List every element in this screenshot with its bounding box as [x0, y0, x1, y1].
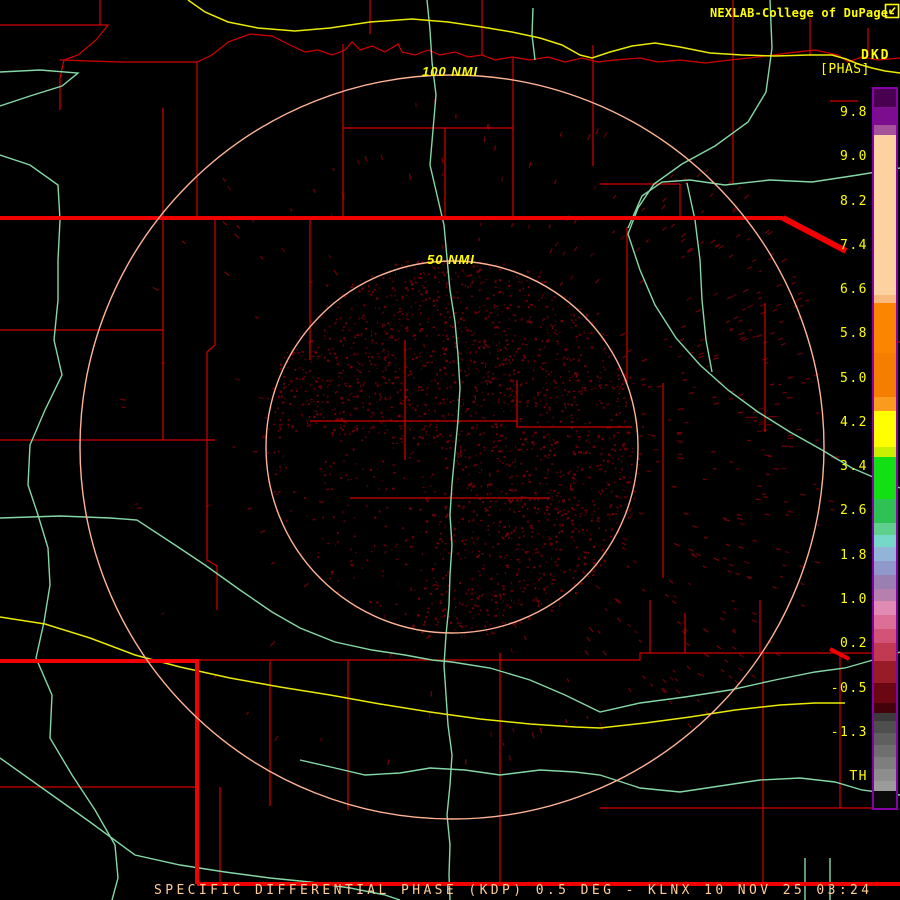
- colorbar-tick-label: 7.4: [840, 237, 868, 253]
- colorbar-tick-label: TH: [849, 769, 868, 785]
- colorbar-tick-label: 8.2: [840, 193, 868, 209]
- phase-units-label: [PHAS]: [820, 62, 870, 77]
- colorbar-segment: [874, 791, 896, 808]
- colorbar-segment: [874, 661, 896, 683]
- colorbar-segment: [874, 589, 896, 601]
- colorbar-segment: [874, 561, 896, 575]
- colorbar-segments: [874, 89, 896, 808]
- colorbar-tick-label: 4.2: [840, 414, 868, 430]
- colorbar-segment: [874, 757, 896, 769]
- box-arrow-icon: [884, 3, 900, 23]
- colorbar-segment: [874, 615, 896, 629]
- colorbar-segment: [874, 447, 896, 457]
- colorbar-segment: [874, 353, 896, 397]
- colorbar-segment: [874, 721, 896, 733]
- colorbar-segment: [874, 713, 896, 721]
- colorbar-segment: [874, 547, 896, 561]
- colorbar-segment: [874, 457, 896, 499]
- colorbar-tick-label: 6.6: [840, 282, 868, 298]
- colorbar-segment: [874, 303, 896, 353]
- colorbar-tick-label: 5.8: [840, 326, 868, 342]
- product-code-label: DKD: [861, 48, 891, 63]
- colorbar-segment: [874, 703, 896, 713]
- river-lines: [0, 0, 900, 900]
- colorbar-tick-label: 0.2: [840, 636, 868, 652]
- colorbar-segment: [874, 601, 896, 615]
- colorbar-segment: [874, 535, 896, 547]
- colorbar-segment: [874, 397, 896, 411]
- product-status-text: SPECIFIC DIFFERENTIAL PHASE (KDP) 0.5 DE…: [154, 883, 873, 898]
- colorbar-segment: [874, 629, 896, 643]
- brand-title: NEXLAB-College of DuPage: [710, 6, 889, 20]
- colorbar-tick-label: 9.8: [840, 105, 868, 120]
- colorbar-tick-label: -0.5: [830, 680, 868, 696]
- colorbar-segment: [874, 107, 896, 125]
- colorbar-tick-label: 2.6: [840, 503, 868, 519]
- range-ring-50nmi-label: 50 NMI: [427, 252, 475, 267]
- radar-display: NEXLAB-College of DuPage DKD [PHAS] 100 …: [0, 0, 900, 900]
- colorbar-tick-label: 3.4: [840, 459, 868, 475]
- range-rings: [79, 74, 825, 820]
- colorbar-segment: [874, 575, 896, 589]
- colorbar-segment: [874, 733, 896, 745]
- colorbar-segment: [874, 125, 896, 135]
- colorbar-segment: [874, 643, 896, 661]
- colorbar-segment: [874, 411, 896, 447]
- colorbar-segment: [874, 781, 896, 791]
- range-ring-50nmi: [265, 260, 639, 634]
- colorbar-segment: [874, 295, 896, 303]
- colorbar-segment: [874, 683, 896, 703]
- colorbar-segment: [874, 499, 896, 523]
- county-boundaries: [0, 0, 900, 886]
- colorbar-tick-label: 5.0: [840, 370, 868, 386]
- colorbar-tick-label: -1.3: [830, 724, 868, 740]
- colorbar-tick-label: 1.8: [840, 547, 868, 563]
- colorbar-segment: [874, 89, 896, 107]
- colorbar-tick-label: 9.0: [840, 149, 868, 165]
- range-ring-100nmi-label: 100 NMI: [422, 64, 479, 79]
- colorbar-segment: [874, 135, 896, 295]
- radar-map-canvas: [0, 0, 900, 900]
- range-ring-100nmi: [79, 74, 825, 820]
- radar-noise-speckles: [120, 99, 840, 766]
- colorbar-segment: [874, 769, 896, 781]
- colorbar: [872, 87, 898, 810]
- colorbar-segment: [874, 523, 896, 535]
- colorbar-tick-label: 1.0: [840, 591, 868, 607]
- colorbar-segment: [874, 745, 896, 757]
